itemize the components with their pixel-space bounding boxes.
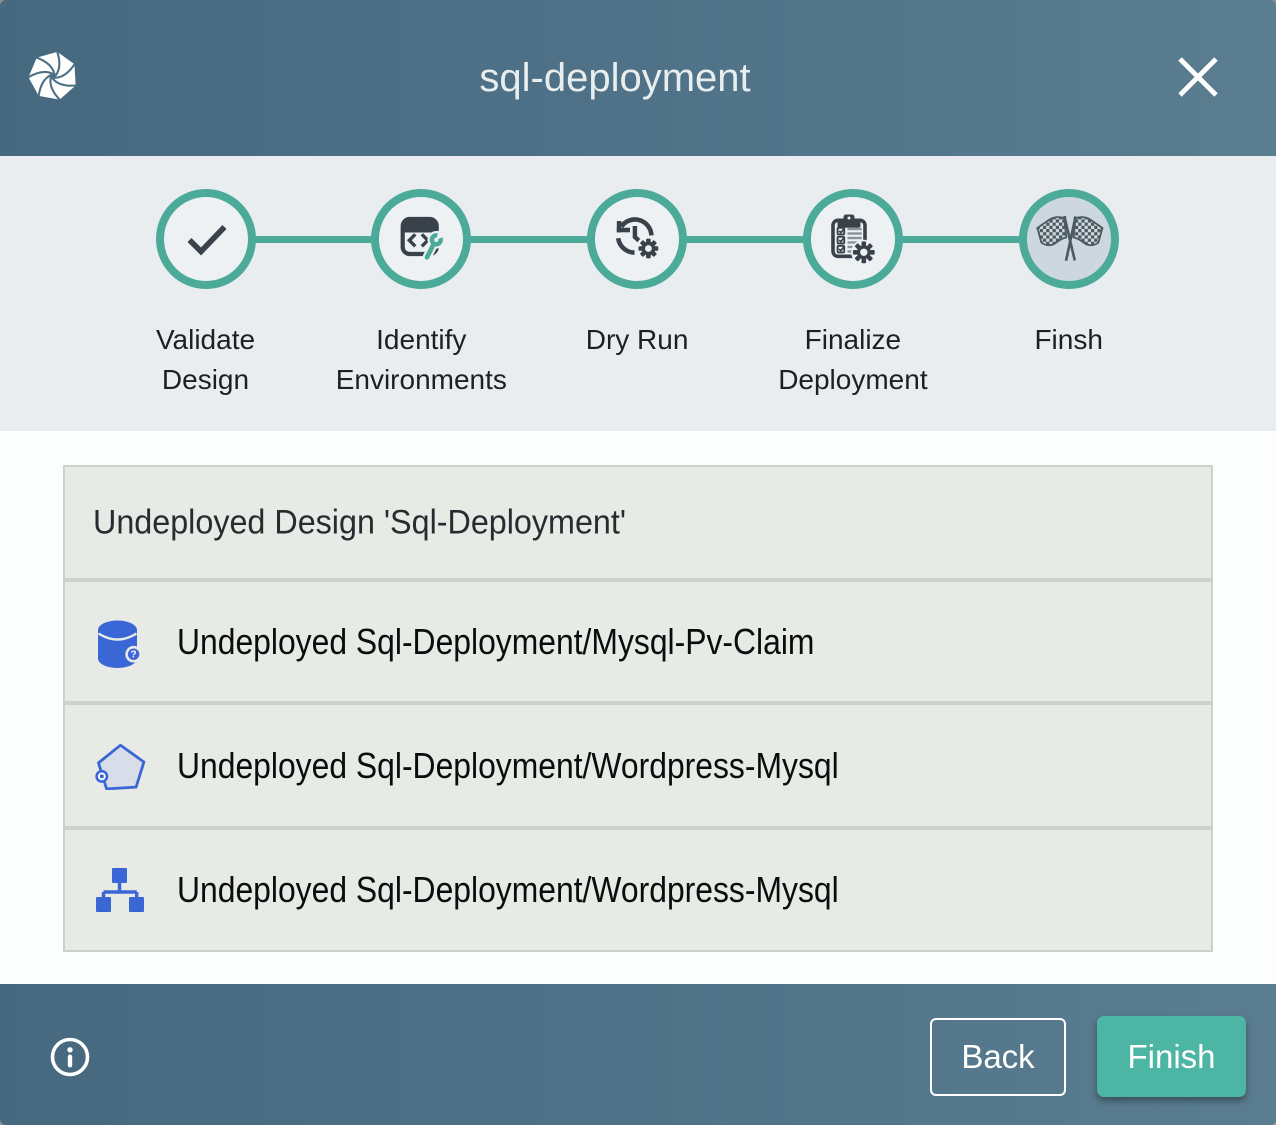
svg-text:?: ? bbox=[131, 649, 137, 660]
